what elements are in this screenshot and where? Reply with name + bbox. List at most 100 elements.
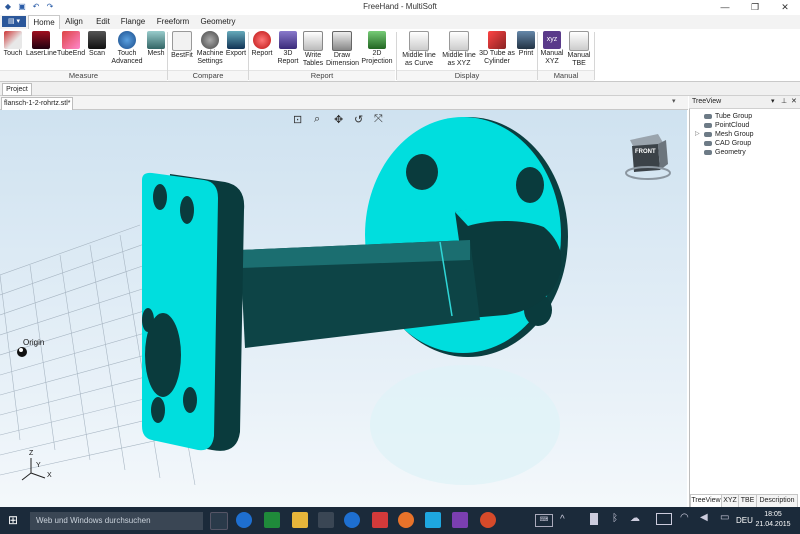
tab-freeform[interactable]: Freeform [156, 15, 190, 29]
export-button[interactable]: Export [225, 31, 247, 58]
app-icon[interactable] [264, 512, 280, 528]
floor-reflection [370, 365, 560, 485]
tray-arrow-icon[interactable]: ^ [560, 514, 565, 525]
freehand-app-icon[interactable] [480, 512, 496, 528]
firefox-icon[interactable] [398, 512, 414, 528]
zoom-icon[interactable]: ⌕ [314, 113, 320, 126]
scene-canvas [0, 117, 671, 486]
2d-projection-button[interactable]: 2D Projection [360, 31, 394, 66]
project-bar [0, 82, 800, 96]
internet-explorer-icon[interactable] [344, 512, 360, 528]
tree-item-pointcloud[interactable]: PointCloud [704, 121, 749, 130]
scan-icon [88, 31, 106, 49]
bestfit-button[interactable]: BestFit [169, 31, 195, 60]
tab-geometry[interactable]: Geometry [200, 15, 236, 29]
battery-icon[interactable] [656, 513, 672, 525]
maximize-icon[interactable]: ❐ [740, 0, 770, 15]
document-tab[interactable]: flansch-1-2-rohrtz.stl* [1, 97, 73, 110]
axis-z-label: Z [29, 450, 34, 457]
laserline-button[interactable]: LaserLine [26, 31, 57, 58]
tab-tbe[interactable]: TBE [738, 494, 757, 508]
wifi-icon[interactable]: ◠ [680, 512, 689, 523]
store-icon[interactable] [318, 512, 334, 528]
tab-edit[interactable]: Edit [93, 15, 113, 29]
group-label-compare: Compare [168, 70, 248, 81]
network-icon[interactable]: ☁ [630, 513, 640, 524]
middle-line-curve-button[interactable]: Middle line as Curve [399, 31, 439, 68]
edge-icon[interactable] [236, 512, 252, 528]
language-indicator[interactable]: DEU [736, 516, 753, 525]
viewcube-label: FRONT [635, 149, 656, 155]
scan-button[interactable]: Scan [86, 31, 108, 58]
axis-x-label: X [47, 472, 52, 479]
3d-tube-cylinder-button[interactable]: 3D Tube as Cylinder [478, 31, 516, 66]
taskbar-clock[interactable]: 18:05 21.04.2015 [752, 510, 794, 532]
pan-icon[interactable]: ✥ [334, 113, 343, 126]
tree-item-geometry[interactable]: Geometry [704, 148, 746, 157]
tree-item-mesh-group[interactable]: Mesh Group [704, 130, 754, 139]
ribbon: Touch LaserLine TubeEnd Scan Touch Advan… [0, 29, 800, 82]
taskbar-search[interactable]: Web und Windows durchsuchen [30, 512, 203, 530]
task-view-icon[interactable] [210, 512, 228, 530]
tab-description[interactable]: Description [756, 494, 798, 508]
tab-dropdown-icon[interactable]: ▾ [672, 97, 676, 105]
front-flange [142, 172, 245, 451]
expand-arrow-icon[interactable]: ▷ [695, 130, 700, 137]
minimize-icon[interactable]: — [710, 0, 740, 15]
write-tables-button[interactable]: Write Tables [301, 31, 325, 68]
touch-button[interactable]: Touch [1, 31, 25, 58]
zoom-window-icon[interactable]: ⊡ [293, 113, 302, 126]
message-icon[interactable]: ▭ [720, 512, 729, 523]
tubeend-button[interactable]: TubeEnd [57, 31, 85, 58]
rotate-icon[interactable]: ↺ [354, 113, 363, 126]
draw-dimension-icon [332, 31, 352, 51]
tab-home[interactable]: Home [28, 15, 60, 30]
action-center-icon[interactable] [590, 513, 598, 525]
app-menu-button[interactable]: ▤ ▾ [2, 16, 26, 27]
middle-line-xyz-button[interactable]: Middle line as XYZ [440, 31, 478, 68]
tab-align[interactable]: Align [62, 15, 86, 29]
acrobat-icon[interactable] [372, 512, 388, 528]
file-explorer-icon[interactable] [292, 512, 308, 528]
3d-viewport[interactable]: ⊡ ⌕ ✥ ↺ ⤧ FRONT Origin Z Y X [0, 110, 687, 507]
ribbon-tabs: Home Align Edit Flange Freeform Geometry [0, 15, 800, 30]
view-cube[interactable] [625, 134, 671, 180]
middle-line-xyz-icon [449, 31, 469, 51]
manual-xyz-button[interactable]: xyz Manual XYZ [539, 31, 565, 66]
skype-icon[interactable] [425, 512, 441, 528]
treeview-panel: Tube Group PointCloud ▷ Mesh Group CAD G… [689, 96, 800, 507]
windows-start-icon[interactable]: ⊞ [8, 513, 22, 527]
print-button[interactable]: Print [516, 31, 536, 58]
touch-advanced-button[interactable]: Touch Advanced [110, 31, 144, 66]
ribbon-separator [594, 32, 595, 80]
report-button[interactable]: Report [250, 31, 274, 58]
tree-item-cad-group[interactable]: CAD Group [704, 139, 751, 148]
project-tab[interactable]: Project [2, 83, 32, 96]
window-title: FreeHand - MultiSoft [363, 2, 437, 11]
group-label-manual: Manual [538, 70, 594, 81]
tree-item-tube-group[interactable]: Tube Group [704, 112, 752, 121]
draw-dimension-button[interactable]: Draw Dimension [326, 31, 359, 68]
laserline-icon [32, 31, 50, 49]
mesh-button[interactable]: Mesh [145, 31, 167, 58]
machine-settings-button[interactable]: Machine Settings [195, 31, 225, 66]
tab-treeview[interactable]: TreeView [690, 494, 722, 508]
print-icon [517, 31, 535, 49]
manual-tbe-button[interactable]: Manual TBE [566, 31, 592, 68]
3d-report-button[interactable]: 3D Report [275, 31, 301, 66]
tab-xyz[interactable]: XYZ [721, 494, 739, 508]
keyboard-icon[interactable]: ⌨ [535, 514, 553, 527]
2d-projection-icon [368, 31, 386, 49]
bluetooth-icon[interactable]: ᛒ [612, 513, 618, 524]
tab-flange[interactable]: Flange [120, 15, 146, 29]
pin-icon[interactable]: ⊥ [781, 96, 787, 108]
axis-triad [21, 458, 46, 481]
visual-studio-icon[interactable] [452, 512, 468, 528]
document-tab-bar [0, 96, 688, 110]
dropdown-icon[interactable]: ▾ [771, 96, 775, 108]
volume-icon[interactable]: ◀ [700, 512, 708, 523]
close-panel-icon[interactable]: ✕ [791, 96, 797, 108]
fit-icon[interactable]: ⤧ [374, 113, 383, 126]
treeview-header: TreeView ▾ ⊥ ✕ [689, 96, 800, 109]
close-icon[interactable]: ✕ [770, 0, 800, 15]
